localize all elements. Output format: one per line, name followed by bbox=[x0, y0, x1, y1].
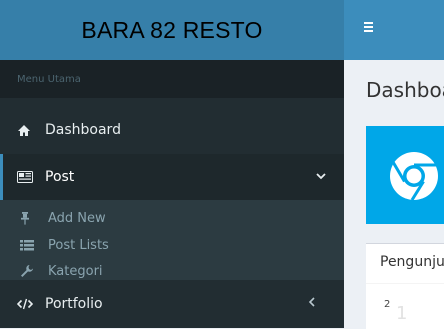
sidebar-item-post[interactable]: Post bbox=[0, 154, 344, 200]
submenu-item-post-lists[interactable]: Post Lists bbox=[0, 232, 344, 258]
info-box bbox=[366, 126, 444, 224]
top-navbar bbox=[344, 0, 444, 60]
sidebar-item-portfolio[interactable]: Portfolio bbox=[0, 281, 344, 327]
sidebar-item-dashboard[interactable]: Dashboard bbox=[0, 110, 344, 150]
chrome-icon bbox=[384, 148, 444, 208]
code-icon bbox=[17, 298, 35, 310]
brand-logo[interactable]: BARA 82 RESTO bbox=[0, 0, 344, 60]
chevron-down-icon bbox=[316, 168, 326, 184]
chevron-left-icon bbox=[308, 295, 316, 311]
submenu-item-label: Post Lists bbox=[48, 237, 109, 253]
sidebar-item-label: Post bbox=[45, 169, 75, 185]
panel-number: 2 bbox=[384, 299, 391, 310]
sidebar-item-label: Portfolio bbox=[45, 296, 103, 312]
sidebar-header-label: Menu Utama bbox=[17, 73, 81, 85]
home-icon bbox=[17, 124, 35, 137]
submenu-item-add-new[interactable]: Add New bbox=[0, 205, 344, 231]
hamburger-icon[interactable] bbox=[364, 22, 373, 34]
submenu-item-label: Add New bbox=[48, 210, 106, 226]
visitors-panel: Pengunjung 2 1 bbox=[366, 243, 444, 329]
brand-name: BARA 82 RESTO bbox=[81, 16, 263, 43]
panel-faint-number: 1 bbox=[396, 303, 408, 324]
panel-title: Pengunjung bbox=[380, 254, 444, 270]
pushpin-icon bbox=[20, 211, 38, 225]
submenu-item-label: Kategori bbox=[48, 263, 103, 279]
page-title: Dashboard bbox=[366, 78, 444, 102]
list-icon bbox=[20, 239, 38, 251]
wrench-icon bbox=[20, 264, 38, 278]
panel-divider bbox=[366, 283, 444, 284]
newspaper-icon bbox=[17, 171, 35, 183]
sidebar-header: Menu Utama bbox=[0, 60, 344, 98]
sidebar: BARA 82 RESTO Menu Utama Dashboard Post … bbox=[0, 0, 344, 328]
sidebar-item-label: Dashboard bbox=[45, 122, 121, 138]
